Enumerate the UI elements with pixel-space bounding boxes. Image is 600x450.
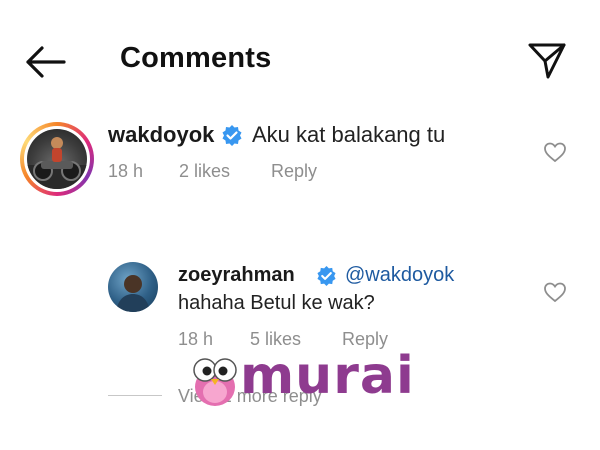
avatar[interactable]: [20, 122, 94, 196]
mention-link[interactable]: @wakdoyok: [345, 264, 454, 287]
comment-text: hahaha Betul ke wak?: [178, 292, 375, 314]
divider: [108, 395, 162, 396]
reply-button[interactable]: Reply: [342, 329, 388, 350]
view-more-replies-button[interactable]: View 1 more reply: [178, 386, 322, 407]
comment-username[interactable]: zoeyrahman: [178, 264, 295, 287]
comment-time: 18 h: [178, 329, 214, 349]
heart-icon[interactable]: [543, 281, 567, 303]
page-title: Comments: [120, 42, 272, 74]
comments-page: Comments wakdoyok Aku kat balakang tu 18…: [0, 0, 600, 450]
header: Comments: [0, 0, 600, 120]
comment-time: 18 h: [108, 161, 144, 181]
avatar[interactable]: [108, 262, 158, 312]
reply-button[interactable]: Reply: [271, 161, 317, 182]
verified-badge-icon: [316, 265, 337, 291]
arrow-left-icon[interactable]: [22, 44, 68, 80]
paper-plane-icon[interactable]: [527, 42, 567, 80]
comment-text: Aku kat balakang tu: [252, 122, 446, 147]
verified-badge-icon: [221, 124, 243, 151]
comment-likes[interactable]: 2 likes: [179, 161, 230, 182]
comment-meta: 18 h 5 likes Reply: [178, 329, 408, 353]
comment-username[interactable]: wakdoyok: [108, 122, 214, 148]
heart-icon[interactable]: [543, 141, 567, 163]
comment-meta: 18 h 2 likes Reply: [108, 161, 338, 185]
comment-likes[interactable]: 5 likes: [250, 329, 301, 350]
